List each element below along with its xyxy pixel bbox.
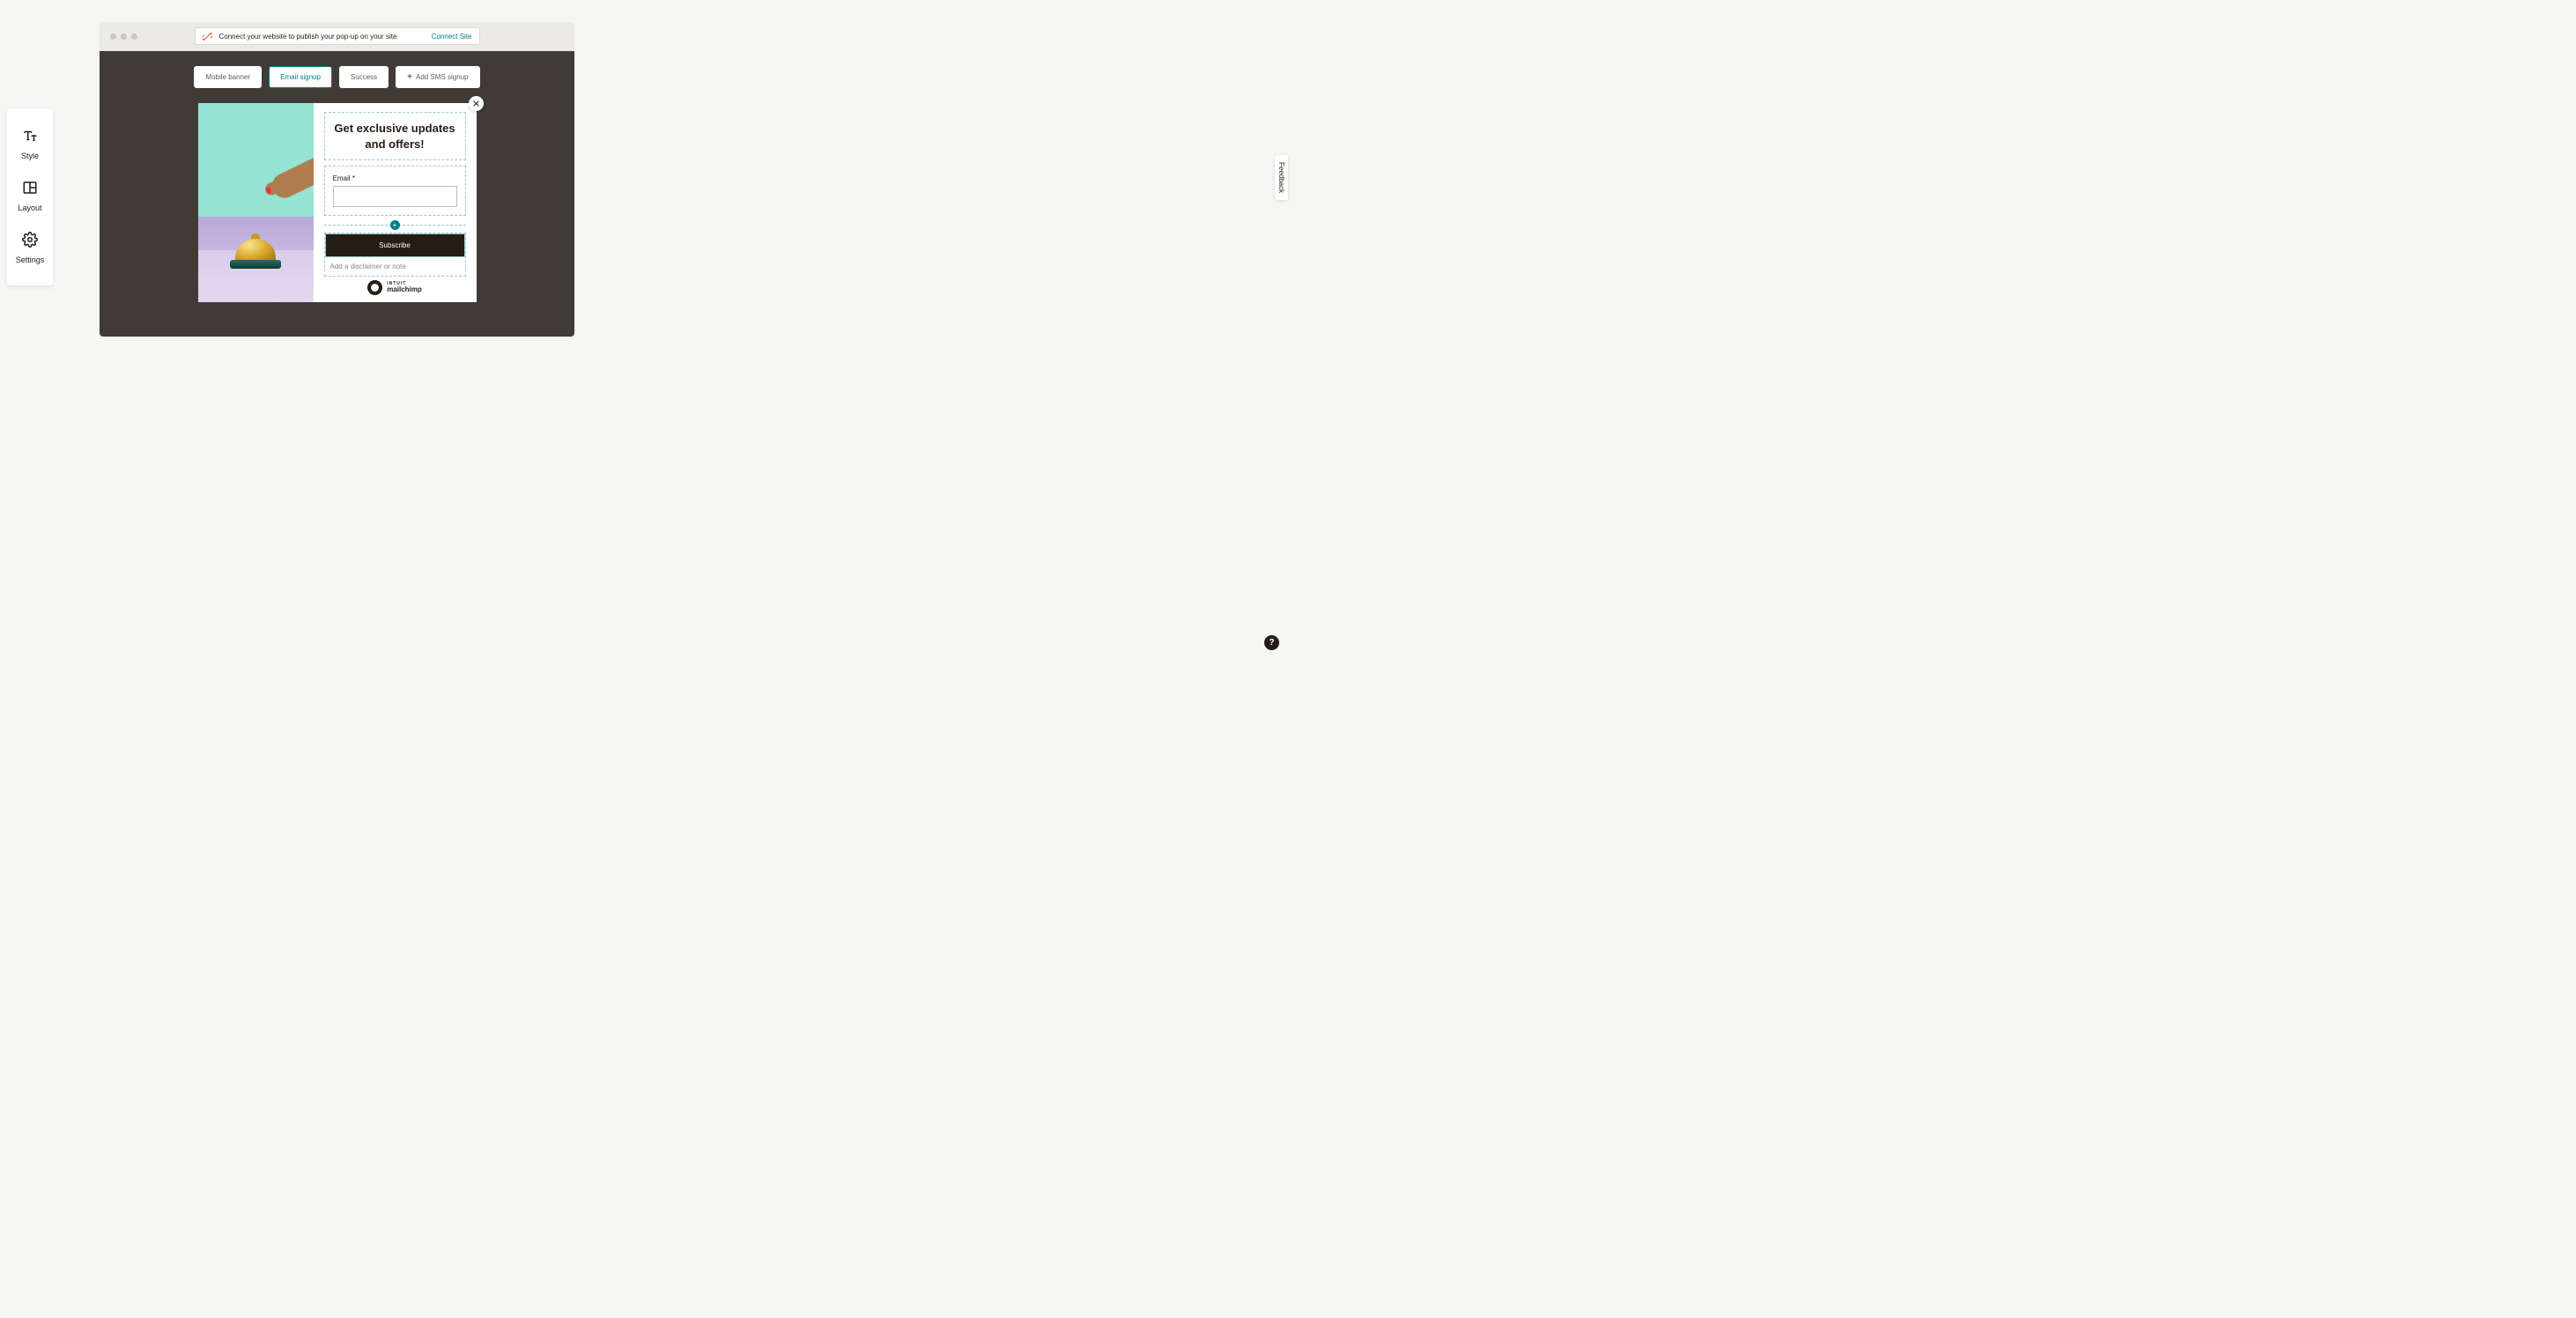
- window-dot: [121, 33, 127, 40]
- browser-chrome: Connect your website to publish your pop…: [100, 22, 574, 51]
- subscribe-block[interactable]: Subscribe Add a disclaimer or note: [324, 233, 466, 277]
- connect-site-link[interactable]: Connect Site: [432, 33, 472, 41]
- tab-mobile-banner[interactable]: Mobile banner: [194, 66, 262, 88]
- window-controls: [110, 33, 137, 40]
- email-field-block[interactable]: Email *: [324, 166, 466, 216]
- popup-form-panel: Get exclusive updates and offers! Email …: [314, 103, 477, 302]
- brand-mailchimp: mailchimp: [387, 286, 422, 293]
- layout-icon: [22, 180, 38, 200]
- disclaimer-placeholder[interactable]: Add a disclaimer or note: [325, 257, 465, 276]
- text-style-icon: [22, 128, 38, 148]
- sidebar-item-label: Layout: [18, 204, 41, 212]
- email-label: Email *: [333, 174, 457, 182]
- popup-close-button[interactable]: [469, 96, 484, 111]
- tab-label: Success: [351, 73, 377, 81]
- window-dot: [110, 33, 116, 40]
- mailchimp-badge: INTUIT mailchimp: [324, 277, 466, 297]
- editor-sidebar: Style Layout Settings: [7, 108, 53, 285]
- editor-canvas: Mobile banner Email signup Success + Add…: [100, 51, 574, 337]
- plus-icon: +: [407, 72, 412, 82]
- sidebar-item-label: Style: [21, 152, 39, 160]
- sidebar-item-layout[interactable]: Layout: [7, 171, 53, 223]
- add-block-button[interactable]: +: [390, 220, 400, 230]
- tab-label: Mobile banner: [205, 73, 250, 81]
- preview-window: Connect your website to publish your pop…: [100, 22, 574, 337]
- sidebar-item-label: Settings: [16, 255, 45, 264]
- tab-label: Add SMS signup: [416, 73, 469, 81]
- tab-success[interactable]: Success: [339, 66, 389, 88]
- hand-illustration: [241, 148, 314, 233]
- headline-block[interactable]: Get exclusive updates and offers!: [324, 112, 466, 160]
- tab-email-signup[interactable]: Email signup: [269, 66, 332, 88]
- sidebar-item-settings[interactable]: Settings: [7, 223, 53, 275]
- gear-icon: [22, 232, 38, 252]
- popup-preview: Get exclusive updates and offers! Email …: [198, 103, 477, 302]
- unlink-icon: [203, 32, 212, 41]
- connect-site-banner: Connect your website to publish your pop…: [195, 27, 480, 45]
- email-input[interactable]: [333, 186, 457, 207]
- sidebar-item-style[interactable]: Style: [7, 119, 53, 171]
- subscribe-button[interactable]: Subscribe: [325, 233, 465, 257]
- mailchimp-logo-icon: [367, 280, 382, 295]
- view-tabs: Mobile banner Email signup Success + Add…: [194, 66, 479, 88]
- feedback-tab[interactable]: Feedback: [1275, 155, 1288, 200]
- add-block-divider: +: [324, 225, 466, 226]
- connect-banner-message: Connect your website to publish your pop…: [219, 33, 432, 41]
- tab-add-sms-signup[interactable]: + Add SMS signup: [396, 66, 479, 88]
- window-dot: [131, 33, 137, 40]
- bell-illustration: [230, 233, 281, 269]
- help-button[interactable]: ?: [1264, 635, 1279, 650]
- tab-label: Email signup: [280, 73, 321, 81]
- popup-image-panel[interactable]: [198, 103, 314, 302]
